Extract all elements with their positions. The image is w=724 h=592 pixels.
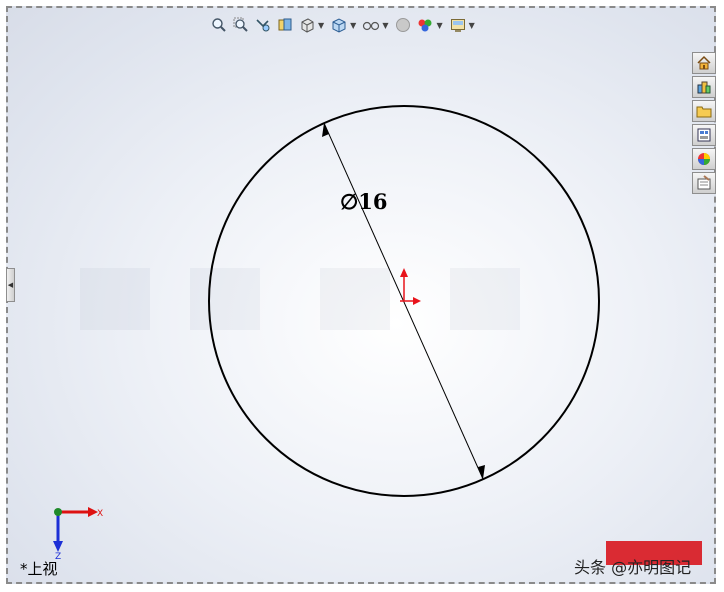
dimension-arrow-top bbox=[322, 123, 329, 137]
triad-x-label: X bbox=[97, 509, 103, 519]
reference-triad: X Z bbox=[53, 507, 103, 562]
watermark bbox=[80, 268, 520, 330]
dimension-arrow-bottom bbox=[478, 465, 485, 479]
sketch-canvas: X Z bbox=[53, 105, 600, 562]
credit-text: 头条 @亦明图记 bbox=[574, 558, 692, 577]
view-orientation-label: *上视 bbox=[20, 560, 58, 578]
diameter-dimension-label[interactable]: ∅16 bbox=[340, 189, 388, 214]
